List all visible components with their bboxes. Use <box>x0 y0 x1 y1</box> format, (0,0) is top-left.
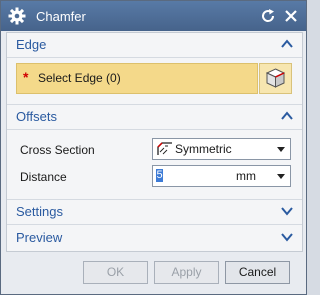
required-marker: * <box>23 69 29 85</box>
preview-section-header[interactable]: Preview <box>7 226 302 250</box>
title-bar: Chamfer <box>1 1 306 31</box>
chamfer-dialog: Chamfer Edge * Select Edge (0) Offsets C… <box>0 0 307 295</box>
distance-field[interactable]: 5 mm <box>152 165 291 187</box>
offsets-section-header[interactable]: Offsets <box>7 104 302 130</box>
select-edge-field[interactable]: * Select Edge (0) <box>16 63 258 94</box>
gear-icon <box>8 7 26 25</box>
dropdown-arrow-icon <box>277 147 285 152</box>
cross-section-value: Symmetric <box>175 142 232 156</box>
dialog-content: Edge * Select Edge (0) Offsets Cross Sec <box>6 32 303 252</box>
reset-icon[interactable] <box>260 8 276 24</box>
dropdown-arrow-icon[interactable] <box>277 174 285 179</box>
symmetric-chamfer-icon <box>157 142 172 155</box>
chevron-down-icon[interactable] <box>281 232 293 242</box>
edge-section-header[interactable]: Edge <box>7 33 302 58</box>
edge-section-label: Edge <box>16 37 47 52</box>
settings-section-label: Settings <box>16 204 63 219</box>
apply-button[interactable]: Apply <box>154 261 219 284</box>
cross-section-label: Cross Section <box>20 143 95 157</box>
distance-label: Distance <box>20 170 67 184</box>
cross-section-dropdown[interactable]: Symmetric <box>152 138 291 160</box>
close-icon[interactable] <box>283 8 299 24</box>
distance-unit[interactable]: mm <box>236 169 256 183</box>
ok-button[interactable]: OK <box>83 261 148 284</box>
dialog-title: Chamfer <box>36 9 86 24</box>
settings-section-header[interactable]: Settings <box>7 199 302 225</box>
cube-icon <box>266 68 285 88</box>
select-edge-button[interactable] <box>259 63 292 94</box>
select-edge-label: Select Edge (0) <box>38 71 121 85</box>
chevron-up-icon[interactable] <box>281 111 293 121</box>
chevron-down-icon[interactable] <box>281 206 293 216</box>
preview-section-label: Preview <box>16 230 63 245</box>
distance-value[interactable]: 5 <box>156 169 163 182</box>
chevron-up-icon[interactable] <box>281 39 293 49</box>
cancel-button[interactable]: Cancel <box>225 261 290 284</box>
offsets-section-label: Offsets <box>16 109 57 124</box>
